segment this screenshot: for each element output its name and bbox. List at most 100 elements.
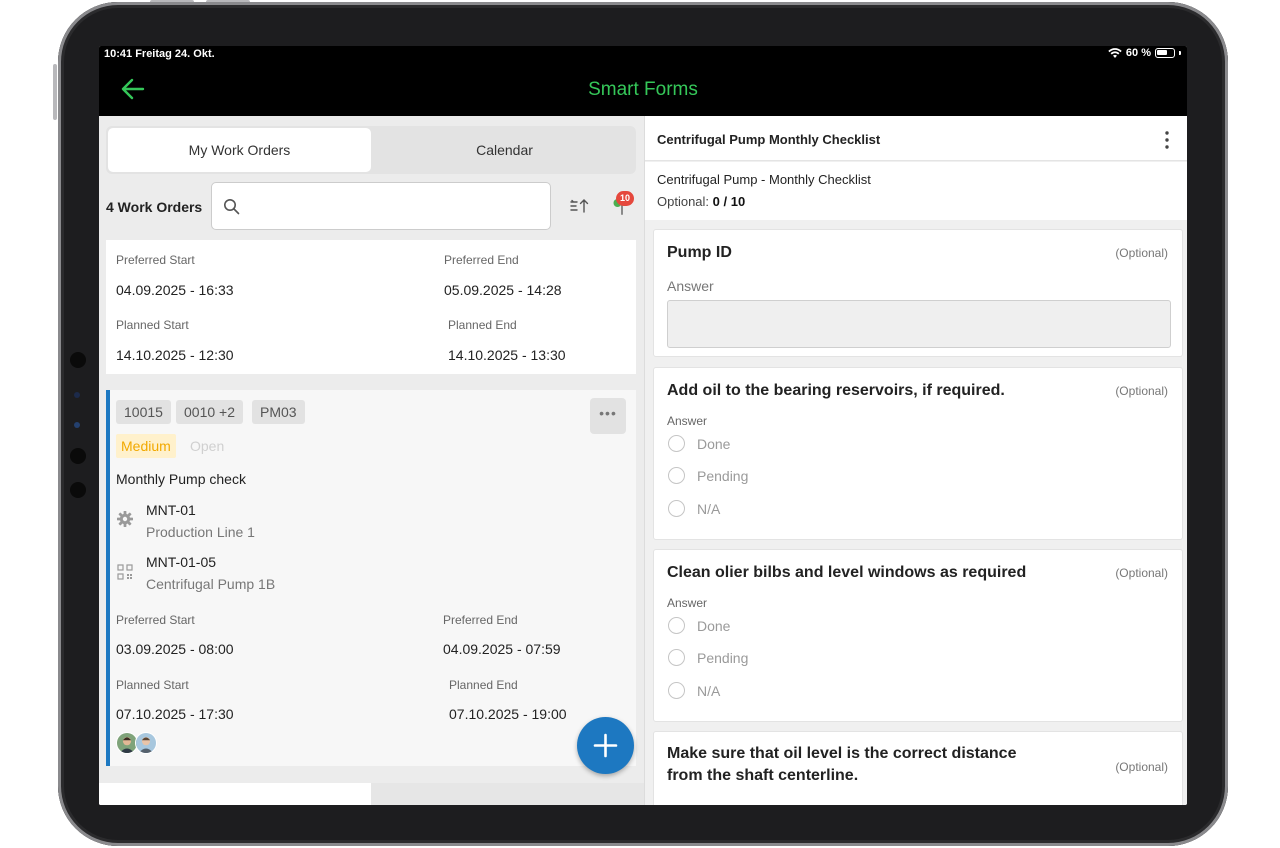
battery-icon	[1155, 48, 1175, 58]
radio-option-na[interactable]: N/A	[668, 682, 720, 699]
priority-badge: Medium	[116, 434, 176, 458]
preferred-end-value: 05.09.2025 - 14:28	[444, 282, 562, 298]
planned-end-value: 07.10.2025 - 19:00	[449, 706, 567, 722]
question-title: Make sure that oil level is the correct …	[667, 743, 1016, 787]
question-title-line: Make sure that oil level is the correct …	[667, 745, 1017, 762]
work-order-card[interactable]: Preferred Start 04.09.2025 - 16:33 Prefe…	[106, 240, 636, 374]
pump-id-field[interactable]	[667, 300, 1171, 348]
sort-icon[interactable]	[569, 197, 589, 215]
status-time: 10:41 Freitag 24. Okt.	[104, 48, 215, 60]
form-summary: Centrifugal Pump - Monthly Checklist Opt…	[645, 162, 1187, 220]
radio-circle	[668, 617, 685, 634]
optional-label: Optional:	[657, 194, 710, 209]
operation-chip: 0010 +2	[176, 400, 243, 424]
camera-dot	[70, 448, 86, 464]
search-input[interactable]	[211, 182, 551, 230]
preferred-end-label: Preferred End	[444, 253, 519, 267]
app-header: 10:41 Freitag 24. Okt. 60 % Smart Forms	[99, 46, 1187, 116]
bottom-area	[99, 783, 644, 805]
optional-tag: (Optional)	[1115, 246, 1168, 260]
segmented-control: My Work Orders Calendar	[106, 126, 636, 174]
assignee-avatars	[116, 732, 157, 754]
battery-tip	[1179, 51, 1181, 55]
wifi-icon	[1108, 47, 1122, 58]
question-title: Pump ID	[667, 244, 732, 261]
radio-option-done[interactable]: Done	[668, 617, 730, 634]
question-title: Add oil to the bearing reservoirs, if re…	[667, 382, 1005, 399]
planned-start-label: Planned Start	[116, 318, 189, 332]
battery-percent: 60 %	[1125, 47, 1151, 59]
preferred-start-value: 03.09.2025 - 08:00	[116, 641, 234, 657]
question-card: Clean olier bilbs and level windows as r…	[653, 549, 1183, 722]
work-order-description: Monthly Pump check	[116, 471, 246, 487]
preferred-end-value: 04.09.2025 - 07:59	[443, 641, 561, 657]
preferred-start-value: 04.09.2025 - 16:33	[116, 282, 234, 298]
radio-option-done[interactable]: Done	[668, 435, 730, 452]
radio-label: N/A	[697, 682, 721, 699]
radio-label: Pending	[697, 467, 749, 484]
tab-my-work-orders[interactable]: My Work Orders	[108, 128, 371, 172]
search-icon	[224, 199, 240, 215]
planned-start-label: Planned Start	[116, 678, 189, 692]
answer-label: Answer	[667, 596, 708, 610]
status-indicators: 60 %	[1108, 47, 1181, 59]
optional-tag: (Optional)	[1115, 760, 1168, 774]
planned-start-value: 07.10.2025 - 17:30	[116, 706, 234, 722]
planned-end-label: Planned End	[449, 678, 518, 692]
more-options-button[interactable]: •••	[590, 398, 626, 434]
notification-badge: 10	[616, 191, 634, 206]
radio-circle	[668, 435, 685, 452]
preferred-start-label: Preferred Start	[116, 613, 195, 627]
radio-label: Done	[697, 617, 731, 634]
order-type-chip: PM03	[252, 400, 305, 424]
planned-end-label: Planned End	[448, 318, 517, 332]
question-title-line: from the shaft centerline.	[667, 767, 859, 784]
optional-tag: (Optional)	[1115, 384, 1168, 398]
work-order-count: 4 Work Orders	[106, 199, 203, 215]
bottom-tab	[99, 783, 371, 805]
functional-location-id: MNT-01	[146, 502, 196, 518]
answer-label: Answer	[667, 414, 708, 428]
question-title: Clean olier bilbs and level windows as r…	[667, 564, 1027, 581]
preferred-start-label: Preferred Start	[116, 253, 195, 267]
radio-circle	[668, 467, 685, 484]
radio-label: N/A	[697, 500, 721, 517]
form-title-bar: Centrifugal Pump Monthly Checklist	[645, 116, 1187, 161]
preferred-end-label: Preferred End	[443, 613, 518, 627]
radio-option-pending[interactable]: Pending	[668, 649, 748, 666]
answer-label: Answer	[667, 278, 714, 294]
radio-circle	[668, 682, 685, 699]
planned-start-value: 14.10.2025 - 12:30	[116, 347, 234, 363]
app-screen: 10:41 Freitag 24. Okt. 60 % Smart Forms …	[99, 46, 1187, 805]
device-button-side	[53, 64, 57, 120]
work-orders-pane: My Work Orders Calendar 4 Work Orders 10…	[99, 116, 644, 805]
radio-label: Done	[697, 435, 731, 452]
camera-dot	[70, 482, 86, 498]
radio-label: Pending	[697, 649, 749, 666]
qr-code-icon	[117, 564, 133, 580]
status-badge: Open	[190, 438, 225, 454]
radio-option-pending[interactable]: Pending	[668, 467, 748, 484]
camera-sensor	[74, 422, 80, 428]
page-title: Smart Forms	[588, 79, 698, 100]
tab-calendar[interactable]: Calendar	[373, 126, 636, 174]
form-pane: Centrifugal Pump Monthly Checklist Centr…	[644, 116, 1187, 805]
camera-dot	[70, 352, 86, 368]
kebab-menu-icon[interactable]	[1162, 130, 1172, 150]
question-card: Make sure that oil level is the correct …	[653, 731, 1183, 805]
work-order-card[interactable]: 10015 0010 +2 PM03 ••• Medium Open Month…	[106, 390, 636, 766]
question-card: Pump ID (Optional) Answer	[653, 229, 1183, 357]
optional-value: 0 / 10	[712, 194, 746, 209]
question-card: Add oil to the bearing reservoirs, if re…	[653, 367, 1183, 540]
radio-circle	[668, 649, 685, 666]
add-work-order-button[interactable]	[577, 717, 634, 774]
form-name: Centrifugal Pump - Monthly Checklist	[657, 172, 871, 187]
equipment-id: MNT-01-05	[146, 554, 217, 570]
equipment-name: Centrifugal Pump 1B	[146, 576, 276, 592]
optional-progress: Optional: 0 / 10	[657, 194, 745, 209]
order-number-chip: 10015	[116, 400, 171, 424]
bottom-tab	[371, 783, 644, 805]
avatar	[135, 732, 157, 754]
form-header-title: Centrifugal Pump Monthly Checklist	[657, 132, 881, 147]
radio-option-na[interactable]: N/A	[668, 500, 720, 517]
